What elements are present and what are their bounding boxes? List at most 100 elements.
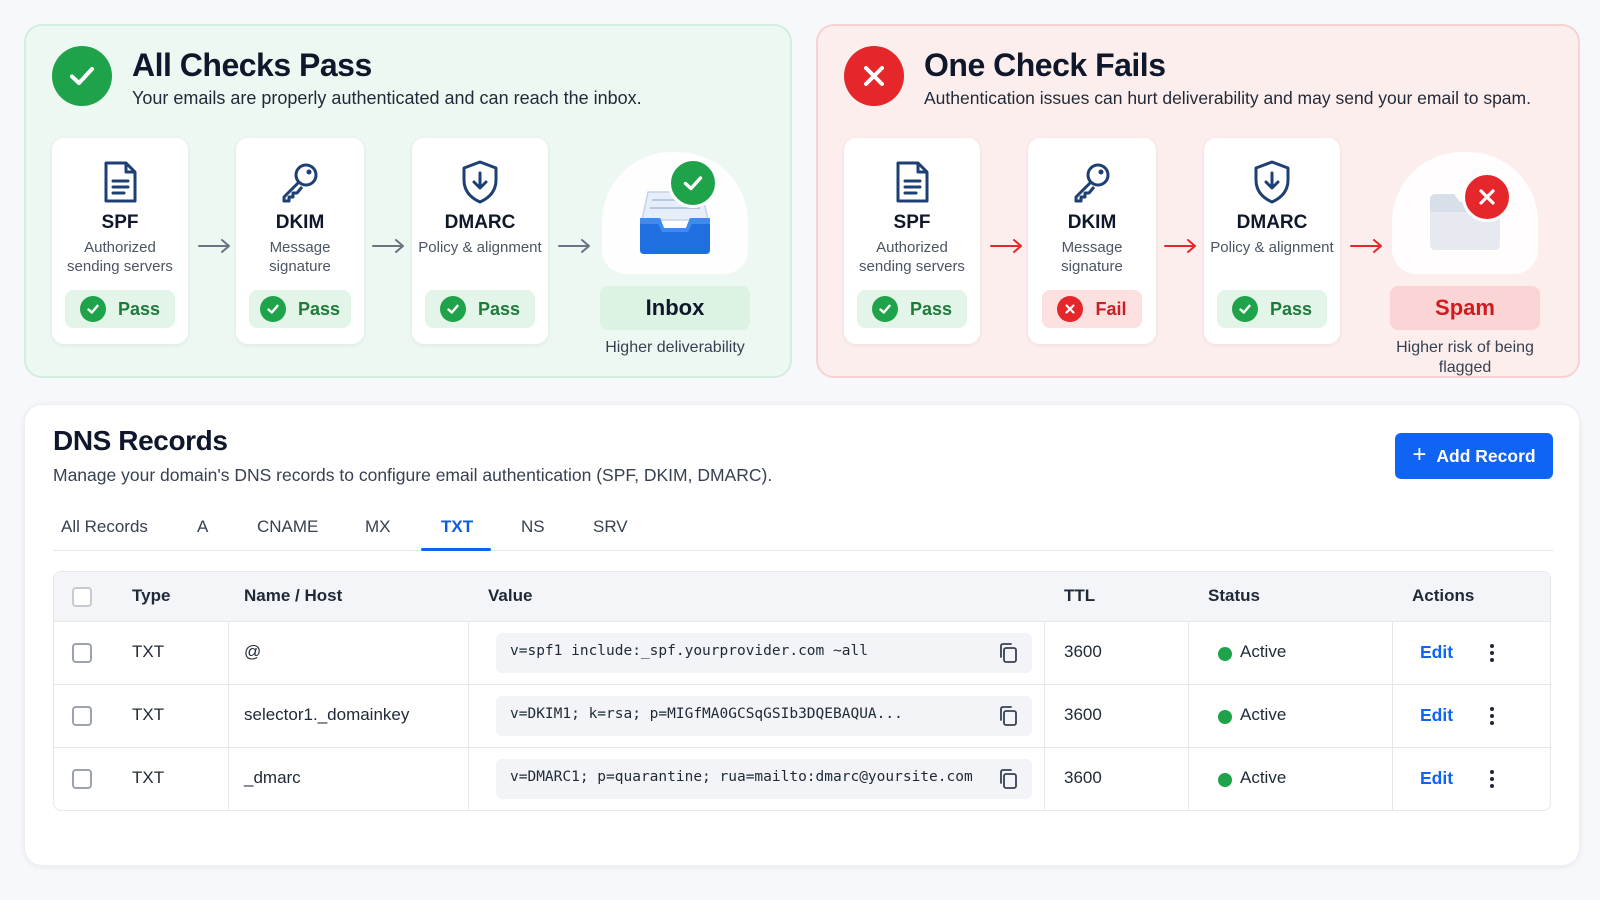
record-type: TXT [132,642,165,661]
check-description: Authorized sending servers [67,239,173,275]
spam-destination: Spam Higher risk of being flagged [1390,152,1540,376]
page-title: DNS Records [53,425,228,456]
table-row: TXT @ v=spf1 include:_spf.yourprovider.c… [54,622,1550,685]
x-circle-icon [1462,172,1512,222]
tab-a[interactable]: A [197,517,208,537]
copy-icon[interactable] [998,705,1018,727]
check-name: SPF [101,212,139,233]
x-circle-icon [844,46,904,106]
check-icon [1231,296,1258,322]
check-description: Message signature [1061,239,1123,275]
status-dot [1218,710,1232,724]
spam-label: Spam [1390,286,1540,330]
status-dot [1218,647,1232,661]
pass-panel-title: All Checks Pass [132,47,372,83]
record-status: Active [1240,642,1287,661]
record-name: _dmarc [244,768,301,787]
x-icon [1057,296,1084,322]
arrow-right-icon [990,239,1022,253]
more-options-icon[interactable] [1486,705,1498,727]
active-tab-indicator [421,548,491,551]
column-header-value: Value [488,586,533,605]
more-options-icon[interactable] [1486,768,1498,790]
pass-status-badge: Pass [857,290,967,328]
arrow-right-icon [198,239,230,253]
record-type: TXT [132,705,165,724]
record-name: selector1._domainkey [244,705,410,724]
record-name: @ [244,642,262,661]
more-options-icon[interactable] [1486,642,1498,664]
key-icon [278,158,322,206]
row-checkbox[interactable] [72,643,92,663]
spf-check-card: SPF Authorized sending servers Pass [52,138,188,344]
edit-link[interactable]: Edit [1420,642,1453,663]
check-circle-icon [52,46,112,106]
inbox-note: Higher deliverability [605,339,745,356]
arrow-right-icon [372,239,404,253]
pass-status-badge: Pass [65,290,175,328]
check-icon [871,296,898,322]
pass-status-badge: Pass [249,290,351,328]
arrow-right-icon [558,239,590,253]
dns-records-section: DNS Records Manage your domain's DNS rec… [24,404,1580,866]
one-check-fails-panel: One Check Fails Authentication issues ca… [816,24,1580,378]
record-value-field: v=DMARC1; p=quarantine; rua=mailto:dmarc… [496,759,1032,799]
column-header-ttl: TTL [1064,586,1096,605]
column-header-actions: Actions [1412,586,1475,605]
record-ttl: 3600 [1064,768,1102,787]
pass-status-badge: Pass [1217,290,1327,328]
row-checkbox[interactable] [72,706,92,726]
record-value: v=DKIM1; k=rsa; p=MIGfMA0GCSqGSIb3DQEBAQ… [510,706,903,722]
tab-ns[interactable]: NS [521,517,545,537]
check-description: Policy & alignment [418,239,542,256]
add-record-button[interactable]: + Add Record [1395,433,1553,479]
spam-note: Higher risk of being flagged [1396,339,1534,376]
check-name: DKIM [275,212,325,233]
tab-srv[interactable]: SRV [593,517,628,537]
record-ttl: 3600 [1064,642,1102,661]
copy-icon[interactable] [998,642,1018,664]
record-value-field: v=DKIM1; k=rsa; p=MIGfMA0GCSqGSIb3DQEBAQ… [496,696,1032,736]
key-icon [1070,158,1114,206]
edit-link[interactable]: Edit [1420,768,1453,789]
check-description: Policy & alignment [1210,239,1334,256]
check-icon [79,296,106,322]
table-row: TXT _dmarc v=DMARC1; p=quarantine; rua=m… [54,748,1550,810]
copy-icon[interactable] [998,768,1018,790]
check-name: DMARC [1236,212,1308,233]
check-name: DKIM [1067,212,1117,233]
dmarc-check-card: DMARC Policy & alignment Pass [1204,138,1340,344]
status-dot [1218,773,1232,787]
record-status: Active [1240,705,1287,724]
pass-panel-header: All Checks Pass Your emails are properly… [52,46,642,109]
tab-cname[interactable]: CNAME [257,517,318,537]
shield-icon [458,158,502,206]
check-description: Message signature [269,239,331,275]
tab-txt[interactable]: TXT [441,517,473,537]
arrow-right-icon [1164,239,1196,253]
select-all-checkbox[interactable] [72,587,92,607]
fail-status-badge: Fail [1042,290,1142,328]
table-header: Type Name / Host Value TTL Status Action… [54,572,1550,622]
document-icon [890,158,934,206]
edit-link[interactable]: Edit [1420,705,1453,726]
dns-records-table: Type Name / Host Value TTL Status Action… [53,571,1551,811]
dkim-check-card: DKIM Message signature Fail [1028,138,1156,344]
column-header-name: Name / Host [244,586,343,605]
record-value: v=spf1 include:_spf.yourprovider.com ~al… [510,643,868,659]
tab-all-records[interactable]: All Records [61,517,148,537]
record-type-tabs: All Records A CNAME MX TXT NS SRV [53,505,1553,551]
check-name: DMARC [444,212,516,233]
record-type: TXT [132,768,165,787]
inbox-destination: Inbox Higher deliverability [600,152,750,356]
record-value-field: v=spf1 include:_spf.yourprovider.com ~al… [496,633,1032,673]
table-row: TXT selector1._domainkey v=DKIM1; k=rsa;… [54,685,1550,748]
page-subtitle: Manage your domain's DNS records to conf… [53,465,773,485]
inbox-label: Inbox [600,286,750,330]
check-icon [259,296,286,322]
arrow-right-icon [1350,239,1382,253]
fail-panel-title: One Check Fails [924,47,1166,83]
row-checkbox[interactable] [72,769,92,789]
pass-status-badge: Pass [425,290,535,328]
tab-mx[interactable]: MX [365,517,391,537]
